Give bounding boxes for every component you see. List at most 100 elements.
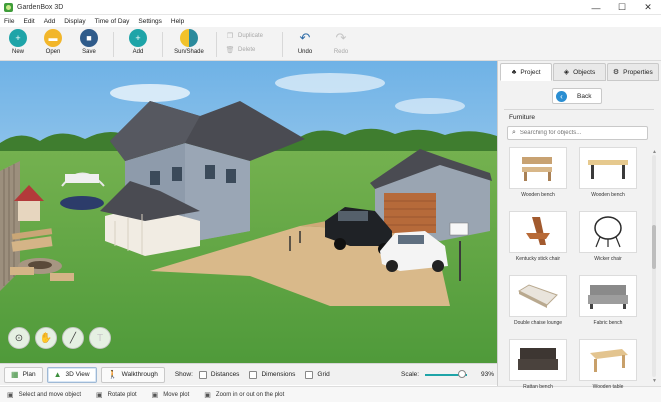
menu-display[interactable]: Display: [64, 18, 85, 25]
floppy-disk-icon: ■: [80, 29, 98, 47]
wooden-table-thumbnail[interactable]: [579, 339, 637, 381]
tab-objects-label: Objects: [573, 68, 596, 76]
ruler-icon[interactable]: ╱: [62, 327, 84, 349]
tab-project-label: Project: [520, 68, 541, 76]
list-item[interactable]: Double chaise lounge: [505, 275, 571, 326]
list-item[interactable]: Wicker chair: [575, 211, 641, 262]
tab-project[interactable]: ♣ Project: [500, 63, 553, 81]
side-panel: ♣ Project ◈ Objects ⚙ Properties ‹ Back …: [497, 61, 661, 390]
grid-checkbox[interactable]: Grid: [305, 370, 330, 379]
tab-3d-view[interactable]: ▲ 3D View: [46, 366, 97, 383]
rattan-bench-thumbnail[interactable]: [509, 339, 567, 381]
garden-scene-render: [0, 61, 497, 363]
list-item[interactable]: Wooden bench: [505, 147, 571, 198]
list-item[interactable]: Fabric bench: [575, 275, 641, 326]
bench-icon: [522, 157, 552, 181]
mouse-middle-icon: ▣: [151, 391, 159, 399]
title-bar: GardenBox 3D — ☐ ✕: [0, 0, 661, 15]
sun-shade-button[interactable]: Sun/Shade: [172, 29, 206, 59]
distances-checkbox[interactable]: Distances: [198, 370, 239, 379]
undo-arrow-icon: ↶: [299, 30, 311, 45]
delete-button[interactable]: 🗑 Delete: [226, 46, 256, 54]
checkbox-box[interactable]: [249, 370, 258, 379]
gear-icon: ⚙: [612, 69, 620, 76]
menu-file[interactable]: File: [4, 18, 14, 25]
close-icon[interactable]: ✕: [635, 0, 661, 15]
menu-help[interactable]: Help: [171, 18, 184, 25]
duplicate-button-label: Duplicate: [238, 33, 264, 39]
item-label: Rattan bench: [523, 384, 553, 390]
status-move-text: Move plot: [163, 391, 190, 398]
add-button[interactable]: + Add: [121, 29, 155, 59]
kentucky-stick-chair-thumbnail[interactable]: [509, 211, 567, 253]
item-label: Kentucky stick chair: [515, 256, 561, 262]
redo-button[interactable]: ↷ Redo: [324, 29, 358, 59]
scale-value: 93%: [481, 371, 495, 378]
menu-edit[interactable]: Edit: [23, 18, 34, 25]
grid-label: Grid: [317, 371, 330, 378]
menu-settings[interactable]: Settings: [138, 18, 162, 25]
checkbox-box[interactable]: [198, 370, 207, 379]
open-button[interactable]: ▬ Open: [36, 29, 70, 59]
wooden-bench-thumbnail[interactable]: [509, 147, 567, 189]
panel-divider: [504, 109, 654, 110]
hand-pan-icon[interactable]: ✋: [35, 327, 57, 349]
panel-tabs: ♣ Project ◈ Objects ⚙ Properties: [500, 63, 660, 81]
undo-button[interactable]: ↶ Undo: [288, 29, 322, 59]
duplicate-button[interactable]: ❐ Duplicate: [226, 32, 263, 40]
tab-properties[interactable]: ⚙ Properties: [606, 63, 659, 81]
3d-view-icon: ▲: [53, 370, 62, 379]
delete-button-label: Delete: [238, 47, 256, 53]
list-item[interactable]: Wooden bench: [575, 147, 641, 198]
item-label: Wooden table: [592, 384, 624, 390]
scrollbar-thumb[interactable]: [652, 225, 656, 269]
undo-button-label: Undo: [297, 49, 313, 55]
minimize-icon[interactable]: —: [583, 0, 609, 15]
object-search[interactable]: ⌕: [507, 126, 648, 140]
status-select-hint: ▣ Select and move object: [7, 391, 81, 399]
select-move-icon[interactable]: ⊙: [8, 327, 30, 349]
table-icon: [590, 349, 628, 372]
status-zoom-text: Zoom in or out on the plot: [215, 391, 285, 398]
fabric-bench-thumbnail[interactable]: [579, 275, 637, 317]
checkbox-box[interactable]: [305, 370, 314, 379]
panel-scrollbar[interactable]: [652, 155, 656, 377]
menu-bar: File Edit Add Display Time of Day Settin…: [0, 15, 661, 27]
category-title: Furniture: [509, 114, 536, 121]
3d-viewport[interactable]: ⊙ ✋ ╱ T: [0, 61, 497, 363]
text-tool-icon[interactable]: T: [89, 327, 111, 349]
layers-icon: ◈: [563, 69, 570, 76]
dimensions-checkbox[interactable]: Dimensions: [249, 370, 295, 379]
lounge-icon: [517, 284, 558, 308]
chair-icon: [594, 216, 622, 248]
tab-objects[interactable]: ◈ Objects: [553, 63, 606, 81]
new-button-label: New: [11, 49, 24, 55]
scale-slider-thumb[interactable]: [458, 370, 466, 378]
scroll-down-icon[interactable]: ▼: [652, 378, 657, 384]
menu-time-of-day[interactable]: Time of Day: [95, 18, 130, 25]
search-input[interactable]: [519, 130, 638, 136]
list-item[interactable]: Rattan bench: [505, 339, 571, 390]
menu-add[interactable]: Add: [44, 18, 56, 25]
window-title: GardenBox 3D: [17, 3, 64, 11]
maximize-icon[interactable]: ☐: [609, 0, 635, 15]
tab-walkthrough[interactable]: 🚶 Walkthrough: [100, 366, 165, 383]
wicker-chair-thumbnail[interactable]: [579, 211, 637, 253]
status-rotate-text: Rotate plot: [107, 391, 137, 398]
list-item[interactable]: Kentucky stick chair: [505, 211, 571, 262]
double-chaise-lounge-thumbnail[interactable]: [509, 275, 567, 317]
toolbar-divider: [282, 32, 283, 57]
list-item[interactable]: Wooden table: [575, 339, 641, 390]
tab-plan[interactable]: ▦ Plan: [4, 366, 43, 383]
new-button[interactable]: + New: [1, 29, 35, 59]
wooden-bench-2-thumbnail[interactable]: [579, 147, 637, 189]
tab-walkthrough-label: Walkthrough: [121, 371, 158, 378]
toolbar-divider: [216, 32, 217, 57]
tab-properties-label: Properties: [623, 68, 653, 76]
search-icon: ⌕: [512, 129, 516, 136]
chair-icon: [526, 217, 550, 245]
save-button[interactable]: ■ Save: [72, 29, 106, 59]
item-label: Wicker chair: [594, 256, 622, 262]
plus-icon: +: [129, 29, 147, 47]
back-button[interactable]: ‹ Back: [552, 88, 602, 104]
